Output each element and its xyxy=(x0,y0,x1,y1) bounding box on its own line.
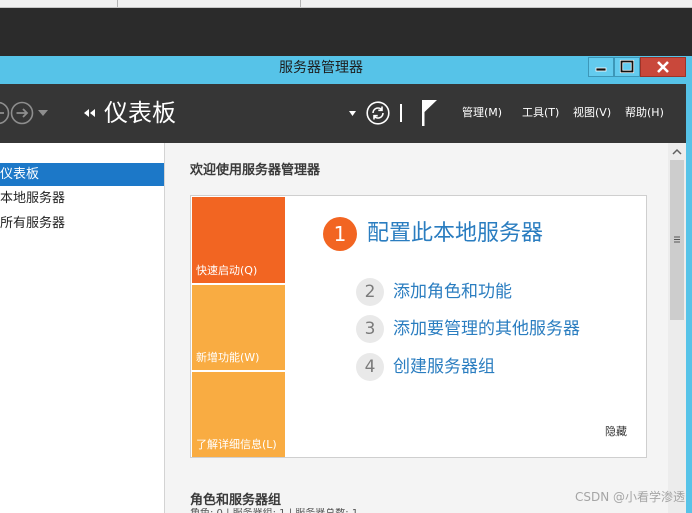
maximize-glyph-outline xyxy=(619,59,635,74)
menu-manage[interactable]: 管理(M) xyxy=(462,106,502,120)
minimize-glyph xyxy=(595,67,607,72)
welcome-heading: 欢迎使用服务器管理器 xyxy=(190,163,321,178)
step-number-badge: 4 xyxy=(356,353,384,381)
toolbar-separator xyxy=(400,104,402,122)
roles-section-heading: 角色和服务器组 xyxy=(190,493,282,508)
menu-tools[interactable]: 工具(T) xyxy=(522,106,559,120)
tile-label: 新增功能(W) xyxy=(196,351,260,364)
dropdown-arrow-glyph xyxy=(349,111,356,116)
page-title: 仪表板 xyxy=(104,99,176,127)
tile-label: 快速启动(Q) xyxy=(196,264,258,277)
minimize-icon xyxy=(595,67,607,72)
history-dropdown-icon[interactable] xyxy=(38,110,48,116)
scroll-grip-lines xyxy=(674,236,680,243)
scroll-thumb[interactable] xyxy=(670,160,684,320)
refresh-arrow-top xyxy=(372,106,383,114)
minimize-button[interactable] xyxy=(588,57,614,77)
tile-whats-new[interactable]: 新增功能(W) xyxy=(192,285,285,370)
flag-cloth xyxy=(424,100,437,112)
tile-quick-start[interactable]: 快速启动(Q) xyxy=(192,197,285,283)
header-bar: 仪表板 管理(M) 工具(T) 视图(V) 帮助(H) xyxy=(0,84,686,143)
tile-learn-more[interactable]: 了解详细信息(L) xyxy=(192,372,285,457)
menu-view[interactable]: 视图(V) xyxy=(573,106,611,120)
step-number-badge: 1 xyxy=(323,217,357,251)
chevron-left-glyph xyxy=(84,109,89,117)
double-chevron-left-icon[interactable] xyxy=(84,109,96,117)
close-glyph xyxy=(657,61,669,73)
csdn-watermark: CSDN @小看学渗透 xyxy=(574,490,685,504)
server-manager-window: 服务器管理器 仪表板 管理(M) 工具(T) 视图(V) 帮助(H) 仪表板 本… xyxy=(0,56,692,513)
desktop-background xyxy=(0,8,692,56)
vertical-scrollbar[interactable] xyxy=(668,143,686,513)
window-title: 服务器管理器 xyxy=(279,60,363,76)
refresh-icon[interactable] xyxy=(366,101,390,125)
hide-welcome-link[interactable]: 隐藏 xyxy=(605,425,627,439)
back-arrow-icon[interactable] xyxy=(0,101,10,125)
maximize-icon xyxy=(619,59,635,74)
dropdown-arrow-icon[interactable] xyxy=(349,111,356,116)
forward-arrow-icon[interactable] xyxy=(10,101,34,125)
scroll-up-button[interactable] xyxy=(668,143,686,160)
sidebar-item-all-servers[interactable]: 所有服务器 xyxy=(0,213,164,235)
step-link-configure-local-server[interactable]: 配置此本地服务器 xyxy=(367,220,543,248)
tile-label: 了解详细信息(L) xyxy=(196,438,277,451)
refresh-circle xyxy=(366,101,390,125)
refresh-arrow-bottom xyxy=(373,112,384,120)
scroll-up-glyph xyxy=(672,148,682,155)
navigation-sidebar: 仪表板 本地服务器 所有服务器 xyxy=(0,143,165,513)
step-number-badge: 2 xyxy=(356,278,384,306)
step-link-add-other-servers[interactable]: 添加要管理的其他服务器 xyxy=(393,318,580,340)
history-dropdown-glyph xyxy=(38,110,48,116)
forward-arrow xyxy=(16,108,29,118)
flag-pole xyxy=(422,100,425,126)
sidebar-item-local-server[interactable]: 本地服务器 xyxy=(0,188,164,210)
scroll-grip-icon xyxy=(674,236,680,243)
step-link-create-server-group[interactable]: 创建服务器组 xyxy=(393,356,495,378)
notification-flag-icon[interactable] xyxy=(421,100,439,126)
close-icon xyxy=(657,61,669,73)
dashboard-content: 欢迎使用服务器管理器 快速启动(Q) 新增功能(W) 了解详细信息(L) 1 配… xyxy=(165,143,668,513)
chevron-left-glyph xyxy=(90,109,95,117)
scroll-up-icon xyxy=(672,148,682,155)
roles-summary-text: 角色: 0 | 服务器组: 1 | 服务器总数: 1 xyxy=(190,508,358,513)
menu-help[interactable]: 帮助(H) xyxy=(625,106,664,120)
background-window-toolbar xyxy=(0,0,692,8)
welcome-panel: 快速启动(Q) 新增功能(W) 了解详细信息(L) 1 配置此本地服务器 2 添… xyxy=(190,195,647,458)
close-button[interactable] xyxy=(640,57,686,77)
toolbar-divider xyxy=(117,0,118,7)
toolbar-divider xyxy=(300,0,301,7)
step-link-add-roles-features[interactable]: 添加角色和功能 xyxy=(393,281,512,303)
maximize-button[interactable] xyxy=(614,57,640,77)
step-number-badge: 3 xyxy=(356,315,384,343)
sidebar-item-dashboard[interactable]: 仪表板 xyxy=(0,163,164,186)
